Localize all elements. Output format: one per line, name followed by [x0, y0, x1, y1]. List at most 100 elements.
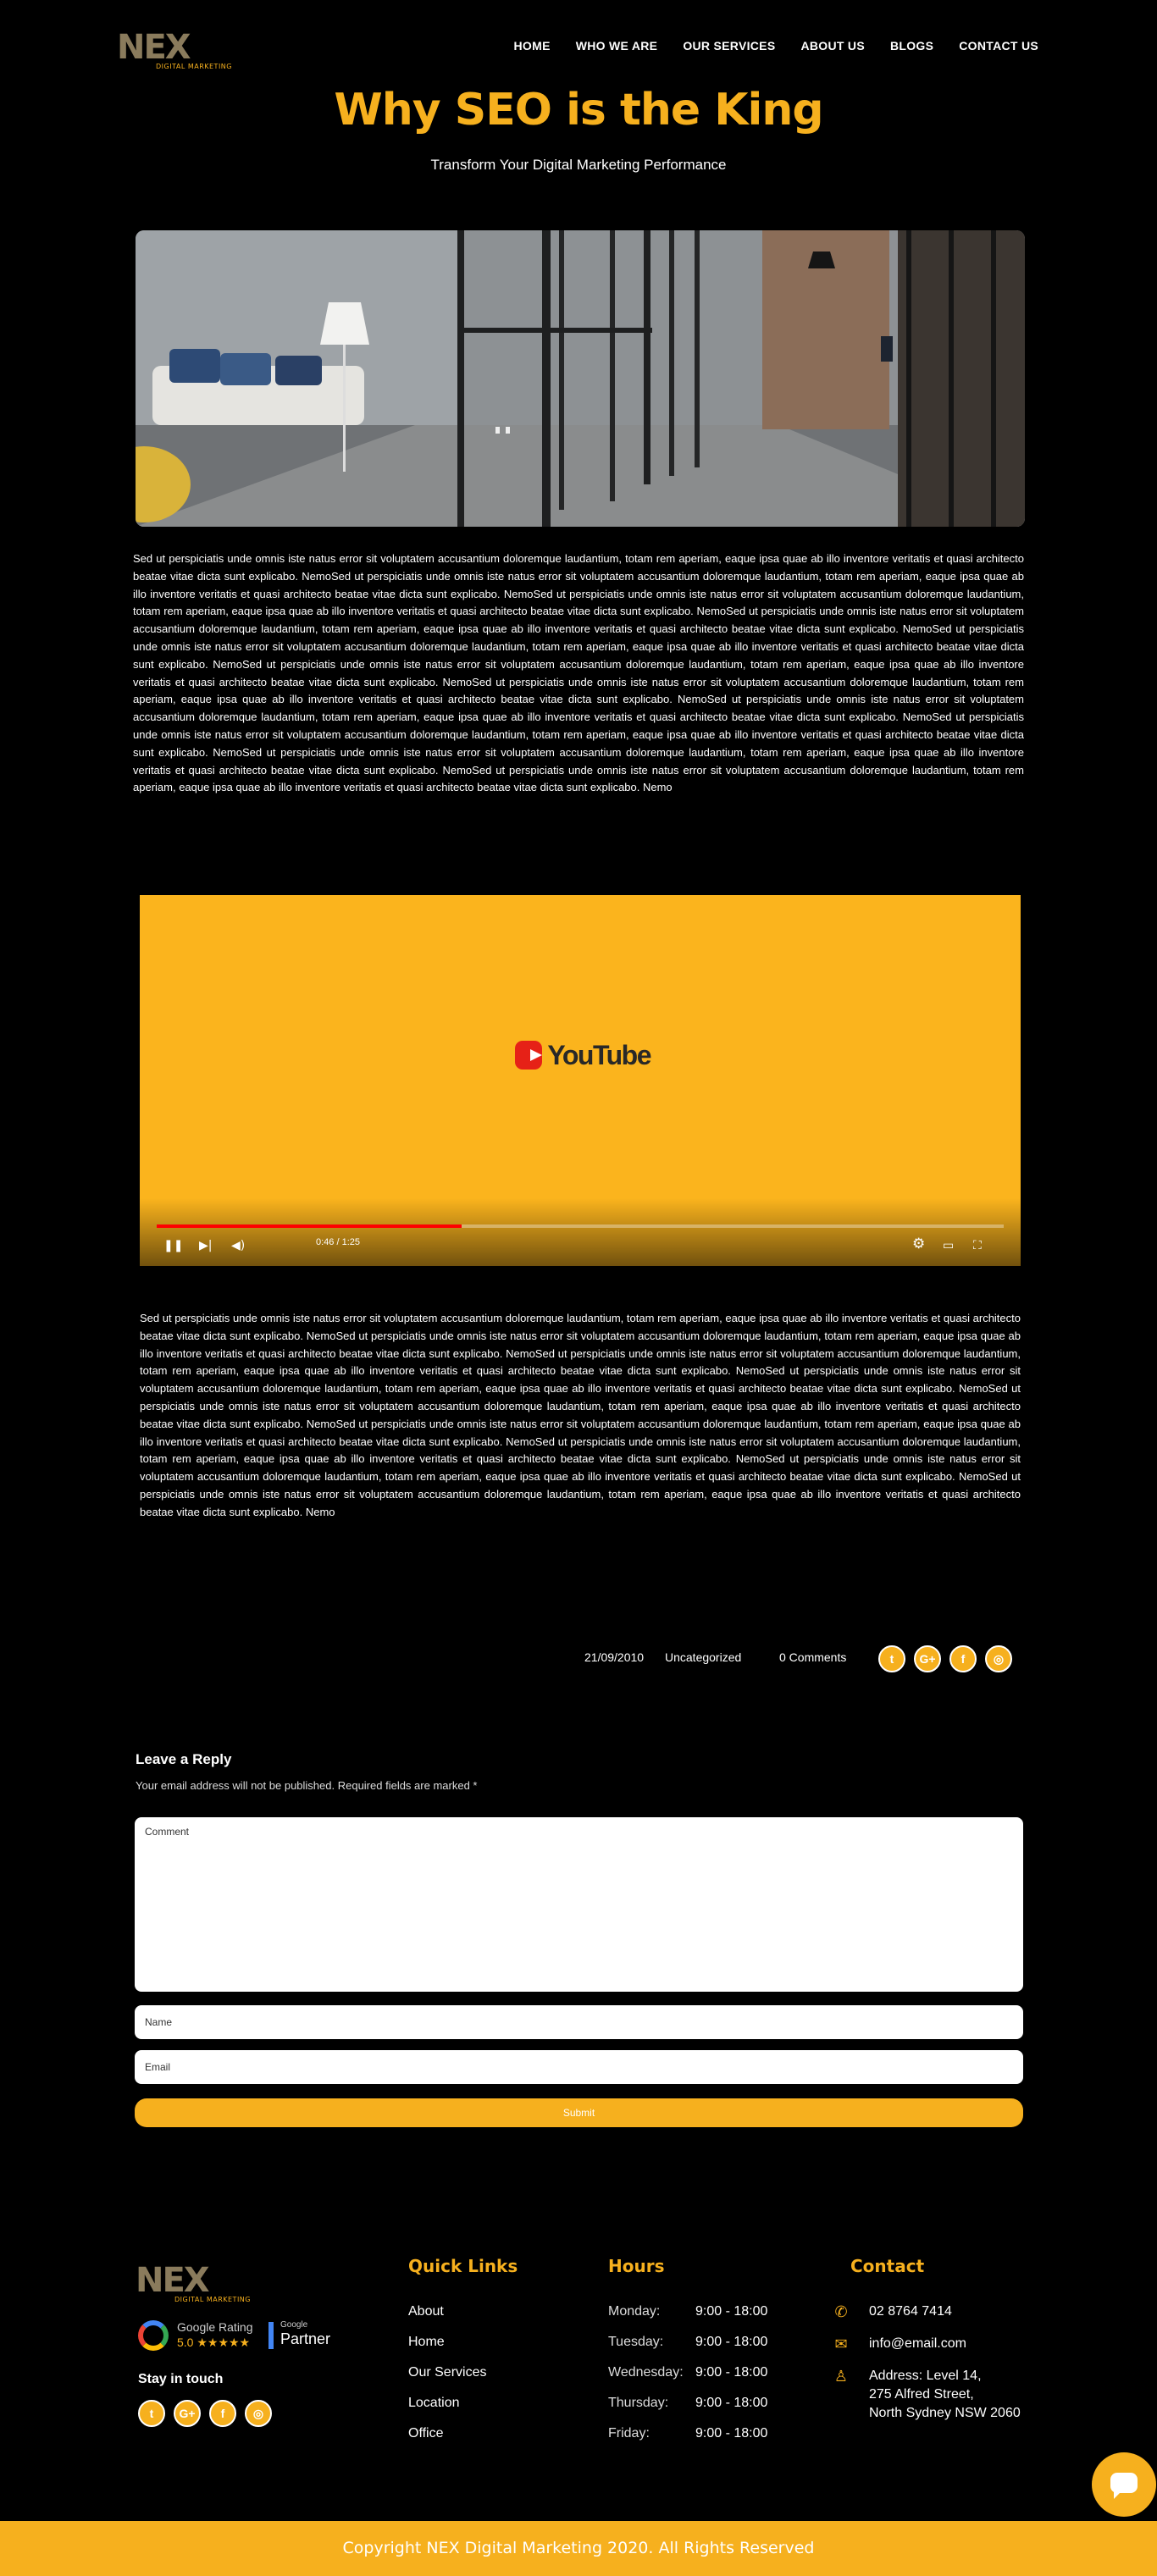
contact-phone-row: ✆ 02 8764 7414	[830, 2302, 1021, 2321]
nav-home[interactable]: HOME	[514, 39, 551, 53]
fullscreen-icon[interactable]: ⛶	[973, 1238, 982, 1253]
site-logo[interactable]: NEX DIGITAL MARKETING	[117, 25, 244, 76]
theater-mode-icon[interactable]: ▭	[943, 1238, 954, 1253]
hours-time: 9:00 - 18:00	[695, 2396, 768, 2410]
hours-row: Wednesday: 9:00 - 18:00	[608, 2363, 778, 2394]
twitter-icon[interactable]: t	[138, 2400, 165, 2427]
facebook-icon[interactable]: f	[949, 1645, 977, 1672]
nav-blogs[interactable]: BLOGS	[890, 39, 933, 53]
chat-bubble-icon	[1110, 2473, 1138, 2499]
reply-title: Leave a Reply	[136, 1751, 232, 1767]
rating-label: Google Rating	[177, 2320, 253, 2334]
address-line-3: North Sydney NSW 2060	[869, 2406, 1021, 2420]
post-date: 21/09/2010	[584, 1650, 645, 1664]
contact-list: ✆ 02 8764 7414 ✉ info@email.com ♙ Addres…	[830, 2302, 1021, 2436]
instagram-icon[interactable]: ◎	[985, 1645, 1012, 1672]
settings-gear-icon[interactable]: ⚙	[912, 1236, 925, 1252]
video-player[interactable]: YouTube ❚❚ ▶| ◀) 0:46 / 1:25 ⚙ ▭ ⛶	[140, 895, 1021, 1266]
twitter-icon[interactable]: t	[878, 1645, 905, 1672]
footer-link-home[interactable]: Home	[408, 2333, 486, 2363]
google-plus-icon[interactable]: G+	[174, 2400, 201, 2427]
footer-logo[interactable]: NEX DIGITAL MARKETING	[136, 2258, 263, 2309]
contact-phone[interactable]: 02 8764 7414	[869, 2304, 952, 2319]
address-line-1: Address: Level 14,	[869, 2369, 982, 2383]
submit-button[interactable]: Submit	[135, 2098, 1023, 2127]
youtube-logo: YouTube	[515, 1038, 651, 1072]
footer-logo-letters: NEX	[136, 2261, 210, 2300]
hours-row: Tuesday: 9:00 - 18:00	[608, 2333, 778, 2363]
video-time: 0:46 / 1:25	[316, 1237, 360, 1247]
instagram-icon[interactable]: ◎	[245, 2400, 272, 2427]
logo-tagline: DIGITAL MARKETING	[156, 63, 232, 70]
pause-icon[interactable]: ❚❚	[163, 1238, 183, 1253]
copyright-bar: Copyright NEX Digital Marketing 2020. Al…	[0, 2521, 1157, 2576]
chat-widget-button[interactable]	[1092, 2452, 1156, 2517]
main-nav: HOME WHO WE ARE OUR SERVICES ABOUT US BL…	[514, 39, 1038, 53]
post-comments-count[interactable]: 0 Comments	[779, 1650, 846, 1664]
footer-link-our-services[interactable]: Our Services	[408, 2363, 486, 2394]
email-field[interactable]: Email	[135, 2050, 1023, 2084]
logo-letters: NEX	[117, 28, 191, 67]
share-icons: t G+ f ◎	[878, 1645, 1012, 1672]
footer-link-office[interactable]: Office	[408, 2424, 486, 2455]
partner-small-label: Google	[280, 2320, 308, 2330]
quick-links-list: About Home Our Services Location Office	[408, 2302, 486, 2455]
nav-our-services[interactable]: OUR SERVICES	[683, 39, 775, 53]
footer-logo-tagline: DIGITAL MARKETING	[174, 2296, 251, 2303]
next-icon[interactable]: ▶|	[199, 1238, 212, 1253]
hours-day: Tuesday:	[608, 2335, 664, 2349]
hours-day: Thursday:	[608, 2396, 669, 2410]
video-progress-fill	[157, 1224, 462, 1228]
site-header: NEX DIGITAL MARKETING HOME WHO WE ARE OU…	[0, 0, 1157, 93]
contact-heading: Contact	[850, 2256, 925, 2276]
footer-social-icons: t G+ f ◎	[138, 2400, 272, 2427]
hours-row: Friday: 9:00 - 18:00	[608, 2424, 778, 2455]
person-icon: ♙	[833, 2368, 849, 2385]
mail-icon: ✉	[834, 2336, 848, 2352]
article-paragraph-1: Sed ut perspiciatis unde omnis iste natu…	[133, 552, 1024, 794]
page-subtitle: Transform Your Digital Marketing Perform…	[430, 157, 727, 173]
video-progress-bar[interactable]	[157, 1224, 1004, 1228]
comment-field[interactable]: Comment	[135, 1817, 1023, 1992]
nav-about-us[interactable]: ABOUT US	[800, 39, 865, 53]
contact-address-row: ♙ Address: Level 14, 275 Alfred Street, …	[830, 2367, 1021, 2423]
hours-time: 9:00 - 18:00	[695, 2335, 768, 2349]
article-paragraph-2: Sed ut perspiciatis unde omnis iste natu…	[140, 1312, 1021, 1518]
nav-contact-us[interactable]: CONTACT US	[959, 39, 1038, 53]
hours-time: 9:00 - 18:00	[695, 2304, 768, 2319]
partner-big-label: Partner	[280, 2330, 331, 2347]
hours-row: Thursday: 9:00 - 18:00	[608, 2394, 778, 2424]
stay-in-touch: Stay in touch	[138, 2372, 224, 2386]
youtube-wordmark: YouTube	[547, 1039, 651, 1070]
footer-link-location[interactable]: Location	[408, 2394, 486, 2424]
contact-email-row: ✉ info@email.com	[830, 2335, 1021, 2353]
contact-email[interactable]: info@email.com	[869, 2336, 966, 2351]
post-category[interactable]: Uncategorized	[665, 1650, 741, 1664]
quick-links-heading: Quick Links	[408, 2256, 518, 2276]
hours-day: Friday:	[608, 2426, 650, 2441]
video-controls-shade	[140, 1198, 1021, 1266]
hours-row: Monday: 9:00 - 18:00	[608, 2302, 778, 2333]
nav-who-we-are[interactable]: WHO WE ARE	[576, 39, 658, 53]
hours-day: Wednesday:	[608, 2365, 684, 2380]
google-g-icon	[138, 2320, 169, 2351]
name-field[interactable]: Name	[135, 2005, 1023, 2039]
hours-day: Monday:	[608, 2304, 661, 2319]
hours-time: 9:00 - 18:00	[695, 2426, 768, 2441]
address-line-2: 275 Alfred Street,	[869, 2387, 974, 2402]
post-meta: 21/09/2010 Uncategorized 0 Comments t G+…	[0, 1645, 1157, 1672]
facebook-icon[interactable]: f	[209, 2400, 236, 2427]
footer-link-about[interactable]: About	[408, 2302, 486, 2333]
youtube-play-icon	[515, 1041, 543, 1070]
page-title: Why SEO is the King	[334, 85, 823, 135]
hours-list: Monday: 9:00 - 18:00 Tuesday: 9:00 - 18:00…	[608, 2302, 778, 2455]
volume-icon[interactable]: ◀)	[231, 1238, 245, 1253]
hours-time: 9:00 - 18:00	[695, 2365, 768, 2380]
reply-note: Your email address will not be published…	[136, 1779, 478, 1792]
office-interior-illustration	[136, 230, 1025, 527]
phone-icon: ✆	[834, 2303, 848, 2320]
partner-bar-icon	[268, 2322, 274, 2349]
google-plus-icon[interactable]: G+	[914, 1645, 941, 1672]
google-rating-badge: Google Rating 5.0 ★★★★★ Google Partner	[138, 2319, 350, 2352]
hero-image	[136, 230, 1025, 527]
